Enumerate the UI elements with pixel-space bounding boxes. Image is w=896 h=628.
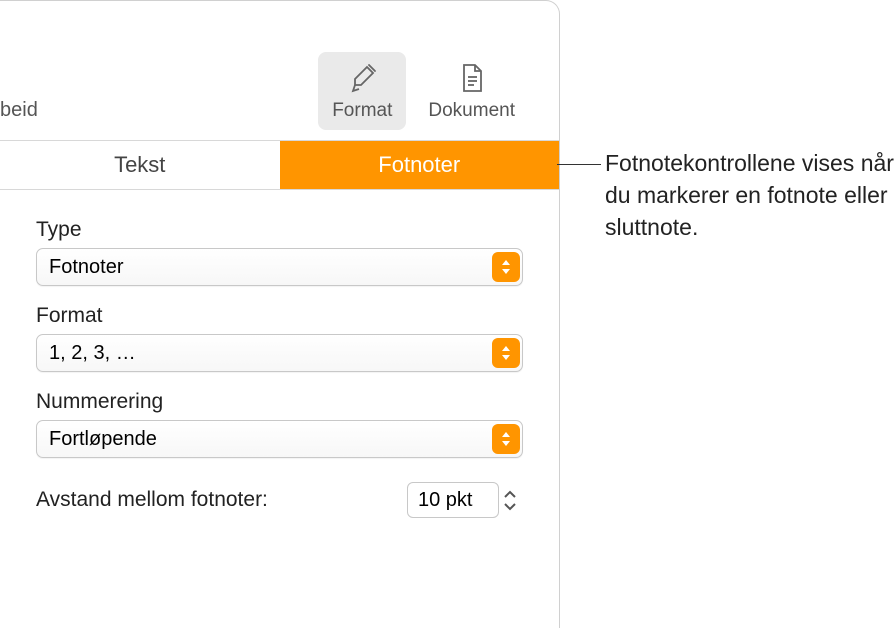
numbering-dropdown[interactable]: Fortløpende: [36, 420, 523, 458]
document-toolbar-button[interactable]: Dokument: [414, 52, 529, 130]
updown-icon: [492, 338, 520, 368]
spacing-row: Avstand mellom fotnoter: 10 pkt: [36, 482, 523, 518]
tab-footnotes[interactable]: Fotnoter: [280, 141, 560, 190]
chevron-down-icon[interactable]: [503, 502, 517, 512]
chevron-up-icon[interactable]: [503, 489, 517, 499]
inspector-panel: beid Format: [0, 0, 560, 628]
type-field-group: Type Fotnoter: [36, 218, 523, 286]
annotation-text: Fotnotekontrollene vises når du markerer…: [605, 147, 895, 244]
paintbrush-icon: [344, 60, 380, 96]
document-icon: [454, 60, 490, 96]
document-toolbar-label: Dokument: [428, 100, 515, 122]
type-label: Type: [36, 218, 523, 242]
numbering-label: Nummerering: [36, 390, 523, 414]
type-dropdown[interactable]: Fotnoter: [36, 248, 523, 286]
numbering-field-group: Nummerering Fortløpende: [36, 390, 523, 458]
updown-icon: [492, 252, 520, 282]
format-dropdown-value: 1, 2, 3, …: [49, 342, 136, 365]
toolbar-right: Format Dokument: [318, 52, 529, 130]
spacing-value: 10 pkt: [418, 489, 472, 512]
toolbar-left-label: beid: [0, 99, 38, 130]
updown-icon: [492, 424, 520, 454]
tab-text[interactable]: Tekst: [0, 141, 280, 190]
numbering-dropdown-value: Fortløpende: [49, 428, 157, 451]
type-dropdown-value: Fotnoter: [49, 256, 123, 279]
format-toolbar-label: Format: [332, 100, 392, 122]
format-dropdown[interactable]: 1, 2, 3, …: [36, 334, 523, 372]
tabs: Tekst Fotnoter: [0, 141, 559, 190]
spacing-label: Avstand mellom fotnoter:: [36, 488, 268, 512]
format-field-group: Format 1, 2, 3, …: [36, 304, 523, 372]
format-label: Format: [36, 304, 523, 328]
spacing-input[interactable]: 10 pkt: [407, 482, 499, 518]
toolbar: beid Format: [0, 1, 559, 141]
annotation-leader-line: [557, 164, 601, 165]
stepper-buttons[interactable]: [503, 482, 523, 518]
content-area: Type Fotnoter Format 1, 2, 3, … Nummerer…: [0, 190, 559, 518]
format-toolbar-button[interactable]: Format: [318, 52, 406, 130]
spacing-stepper: 10 pkt: [407, 482, 523, 518]
